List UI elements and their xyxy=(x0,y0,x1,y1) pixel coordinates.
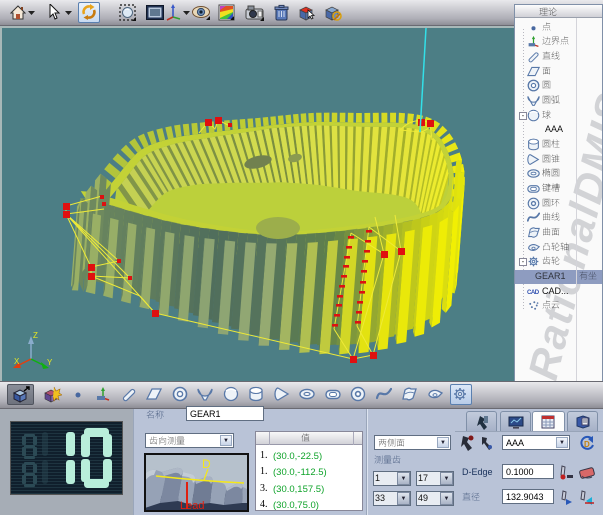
svg-text:X: X xyxy=(14,357,20,366)
svg-text:Lead: Lead xyxy=(180,500,204,510)
svg-text:Y: Y xyxy=(47,358,53,367)
svg-text:CAD: CAD xyxy=(527,289,540,296)
svg-text:D: D xyxy=(202,457,211,471)
svg-text:D: D xyxy=(584,440,590,449)
svg-text:Z: Z xyxy=(33,331,38,340)
